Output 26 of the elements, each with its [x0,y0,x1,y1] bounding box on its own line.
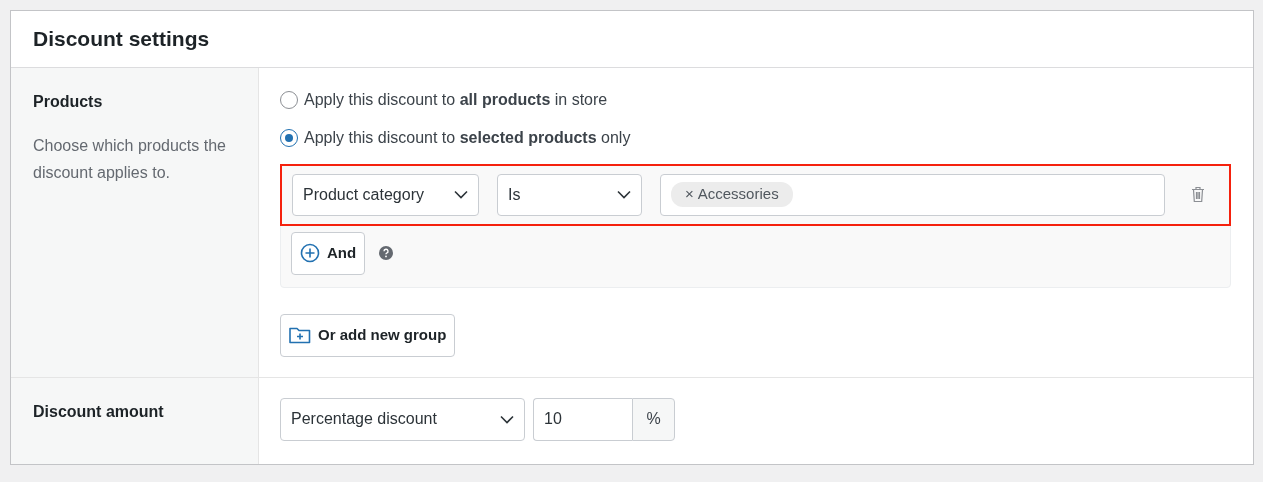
tag-label: Accessories [697,185,779,203]
operator-select[interactable]: Is [497,173,642,216]
section-label: Products [33,91,104,112]
discount-type-select[interactable]: Percentage discount [280,397,525,441]
section-label: Discount amount [33,401,165,422]
tag-chip[interactable]: × Accessories [671,182,793,207]
chevron-icon [454,190,468,199]
tag-field[interactable]: × Accessories [660,173,1165,216]
add-group-button[interactable]: Or add new group [280,313,456,357]
field-select[interactable]: Product category [292,173,479,216]
chevron-icon [500,414,514,424]
help-icon[interactable] [379,246,394,260]
radio-button[interactable] [280,90,298,109]
chevron-icon [617,190,631,199]
radio-label[interactable]: Apply this discount to selected products only [304,125,631,150]
remove-icon[interactable]: × [685,185,694,203]
add-circle-icon [300,243,320,263]
radio-label[interactable]: Apply this discount to all products in store [304,87,608,112]
unit-addon: % [632,397,675,441]
trash-icon[interactable] [1191,186,1205,203]
section-description: Choose which products the discount applies to. [33,135,227,183]
card-title: Discount settings [11,11,1253,68]
radio-button[interactable] [280,128,298,147]
folder-plus-icon [289,326,311,344]
and-button[interactable]: And [291,231,366,275]
amount-field[interactable]: 10 [533,397,632,441]
